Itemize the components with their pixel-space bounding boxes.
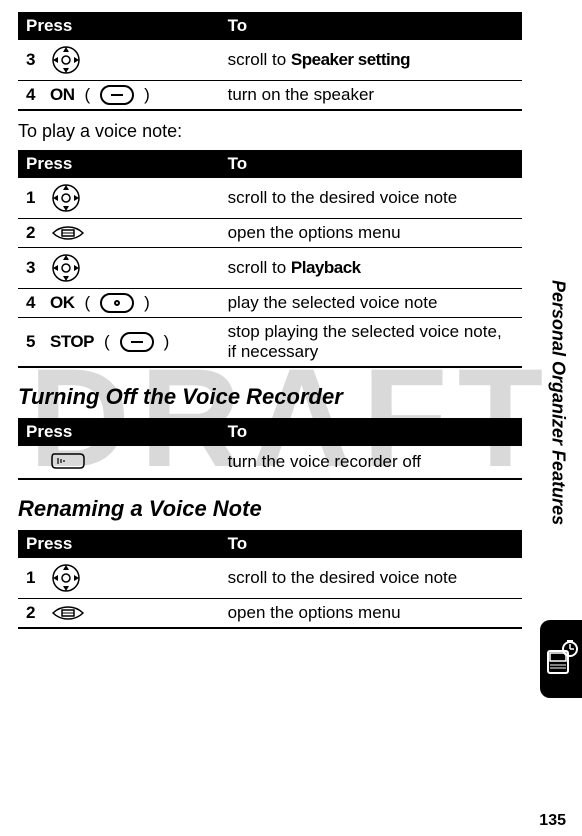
action-text: stop playing the selected voice note, if…	[220, 318, 522, 368]
table-row: 4 OK ( ) play the selected voice note	[18, 289, 522, 318]
softkey-label: STOP	[50, 332, 94, 352]
col-press: Press	[18, 418, 220, 446]
step-number: 1	[26, 188, 40, 208]
table-row: turn the voice recorder off	[18, 446, 522, 479]
nav-4way-icon	[50, 182, 82, 214]
action-text: turn on the speaker	[220, 81, 522, 111]
menu-icon	[50, 604, 86, 622]
col-to: To	[220, 150, 522, 178]
page-content: Press To 3 scroll to Speaker setting	[0, 0, 582, 649]
paren: (	[104, 332, 110, 352]
step-number: 3	[26, 258, 40, 278]
instruction-table-1: Press To 3 scroll to Speaker setting	[18, 12, 522, 111]
step-number: 2	[26, 223, 40, 243]
paren: )	[164, 332, 170, 352]
softkey-right-icon	[120, 332, 154, 352]
action-text: scroll to	[228, 258, 291, 277]
instruction-table-2: Press To 1 scroll to the desired voice n…	[18, 150, 522, 368]
step-number: 3	[26, 50, 40, 70]
paren: (	[85, 85, 91, 105]
action-text: scroll to the desired voice note	[220, 178, 522, 219]
col-to: To	[220, 530, 522, 558]
section-title-vertical: Personal Organizer Features	[548, 280, 569, 525]
table-row: 3 scroll to Playback	[18, 248, 522, 289]
softkey-label: OK	[50, 293, 75, 313]
table-row: 4 ON ( ) turn on the speaker	[18, 81, 522, 111]
table-row: 3 scroll to Speaker setting	[18, 40, 522, 81]
voice-key-icon	[50, 450, 86, 474]
instruction-table-4: Press To 1 scroll to the desired voice n…	[18, 530, 522, 629]
action-text: scroll to	[228, 50, 291, 69]
nav-4way-icon	[50, 252, 82, 284]
softkey-right-icon	[100, 85, 134, 105]
action-text: open the options menu	[220, 599, 522, 629]
table-row: 2 open the options menu	[18, 599, 522, 629]
heading-rename: Renaming a Voice Note	[18, 496, 522, 522]
softkey-center-icon	[100, 293, 134, 313]
play-intro-text: To play a voice note:	[18, 121, 522, 142]
paren: )	[144, 293, 150, 313]
col-to: To	[220, 12, 522, 40]
step-number: 4	[26, 85, 40, 105]
instruction-table-3: Press To turn the voice recorder off	[18, 418, 522, 480]
table-row: 2 open the options menu	[18, 219, 522, 248]
step-number: 5	[26, 332, 40, 352]
menu-icon	[50, 224, 86, 242]
table-row: 5 STOP ( ) stop playing the selected voi…	[18, 318, 522, 368]
col-press: Press	[18, 12, 220, 40]
action-text: play the selected voice note	[220, 289, 522, 318]
section-tab-icon	[540, 620, 582, 698]
step-number: 4	[26, 293, 40, 313]
step-number: 2	[26, 603, 40, 623]
step-number: 1	[26, 568, 40, 588]
action-text: scroll to the desired voice note	[220, 558, 522, 599]
table-row: 1 scroll to the desired voice note	[18, 558, 522, 599]
nav-4way-icon	[50, 44, 82, 76]
heading-turn-off: Turning Off the Voice Recorder	[18, 384, 522, 410]
menu-item: Speaker setting	[291, 50, 410, 69]
col-press: Press	[18, 530, 220, 558]
side-bar: Personal Organizer Features	[534, 0, 582, 836]
softkey-label: ON	[50, 85, 75, 105]
nav-4way-icon	[50, 562, 82, 594]
paren: (	[85, 293, 91, 313]
menu-item: Playback	[291, 258, 361, 277]
table-row: 1 scroll to the desired voice note	[18, 178, 522, 219]
action-text: open the options menu	[220, 219, 522, 248]
action-text: turn the voice recorder off	[220, 446, 522, 479]
col-to: To	[220, 418, 522, 446]
paren: )	[144, 85, 150, 105]
col-press: Press	[18, 150, 220, 178]
